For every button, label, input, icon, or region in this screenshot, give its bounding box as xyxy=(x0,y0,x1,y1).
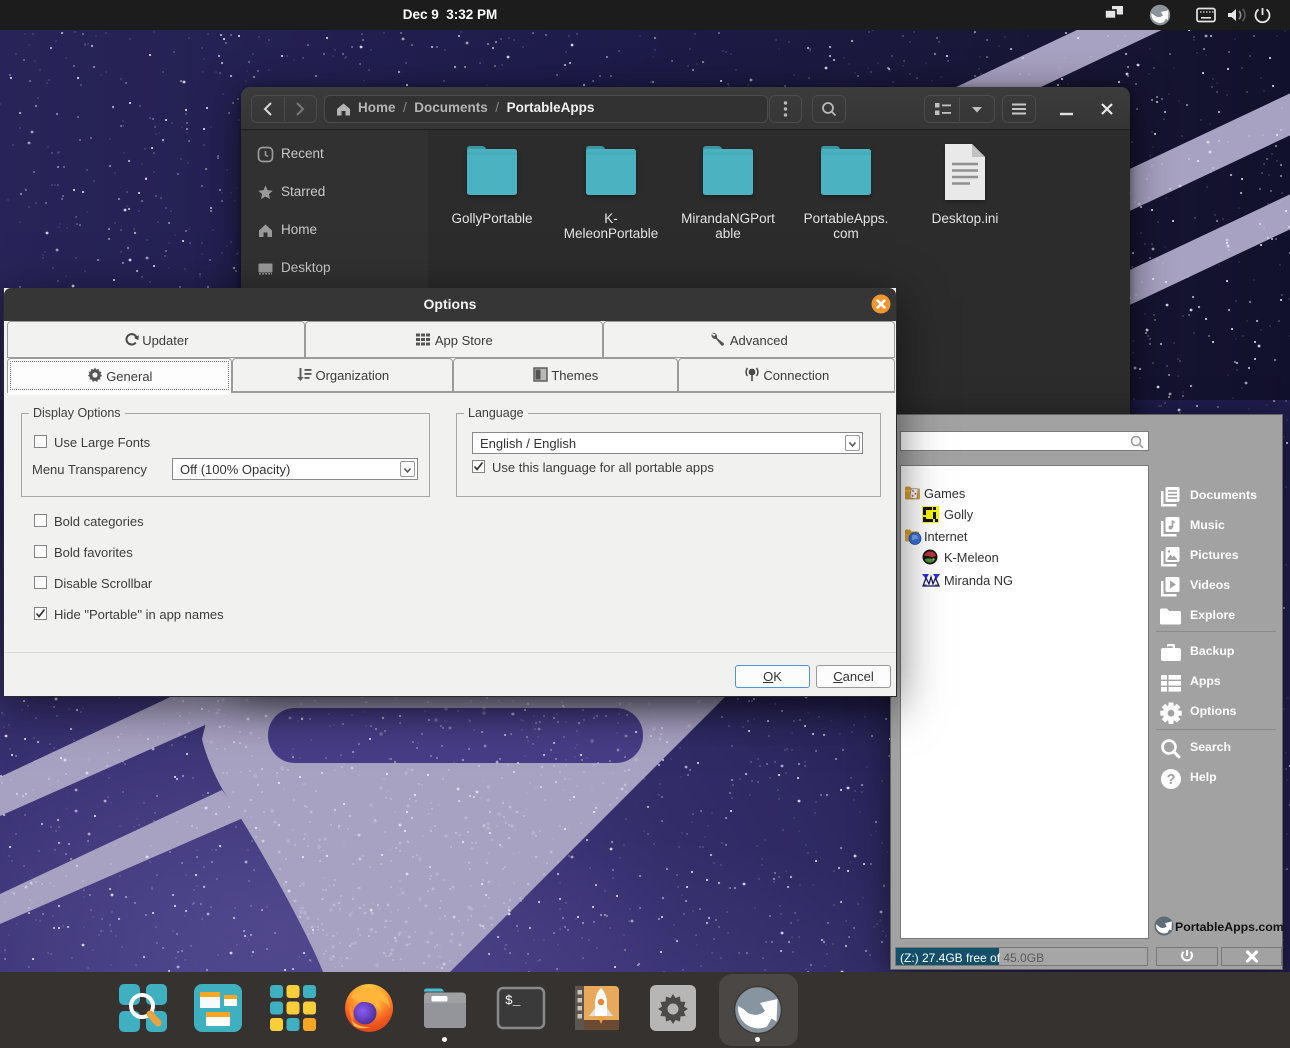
svg-text:?: ? xyxy=(1167,772,1176,788)
svg-text:$_: $_ xyxy=(505,993,521,1008)
